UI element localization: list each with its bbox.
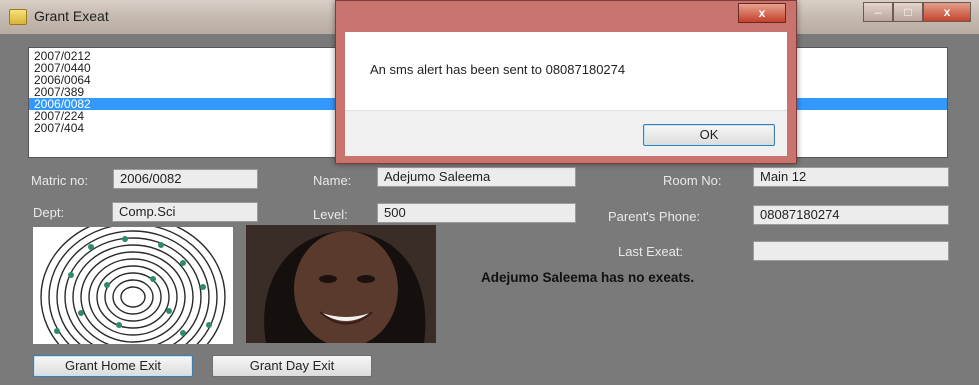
level-label: Level:: [313, 207, 348, 222]
fingerprint-image: [33, 227, 233, 344]
parent-phone-field[interactable]: 08087180274: [753, 205, 949, 225]
matric-label: Matric no:: [31, 173, 89, 188]
dept-field[interactable]: Comp.Sci: [112, 202, 258, 222]
close-button[interactable]: x: [923, 2, 971, 22]
last-exeat-label: Last Exeat:: [618, 244, 684, 259]
app-icon: [9, 9, 27, 25]
dialog-close-button[interactable]: x: [738, 3, 786, 23]
sms-alert-dialog: x An sms alert has been sent to 08087180…: [335, 0, 797, 164]
maximize-button[interactable]: □: [893, 2, 923, 22]
dept-label: Dept:: [33, 205, 65, 220]
level-field[interactable]: 500: [377, 203, 576, 223]
grant-home-exit-button[interactable]: Grant Home Exit: [33, 355, 193, 377]
student-photo-graphic: [246, 225, 436, 343]
grant-day-exit-button[interactable]: Grant Day Exit: [212, 355, 372, 377]
exeat-status-message: Adejumo Saleema has no exeats.: [481, 270, 695, 285]
last-exeat-field[interactable]: [753, 241, 949, 261]
dialog-message: An sms alert has been sent to 0808718027…: [370, 62, 626, 77]
dialog-body: An sms alert has been sent to 0808718027…: [345, 32, 787, 156]
fingerprint-graphic: [40, 227, 226, 344]
dialog-footer: OK: [345, 110, 787, 156]
room-field[interactable]: Main 12: [753, 167, 949, 187]
ok-button[interactable]: OK: [643, 124, 775, 146]
student-photo: [246, 225, 436, 343]
window-title: Grant Exeat: [34, 8, 109, 24]
window-controls: – □ x: [863, 2, 971, 24]
matric-field[interactable]: 2006/0082: [113, 169, 258, 189]
name-field[interactable]: Adejumo Saleema: [377, 167, 576, 187]
room-label: Room No:: [663, 173, 722, 188]
name-label: Name:: [313, 173, 352, 188]
parent-phone-label: Parent's Phone:: [608, 209, 701, 224]
minimize-button[interactable]: –: [863, 2, 893, 22]
